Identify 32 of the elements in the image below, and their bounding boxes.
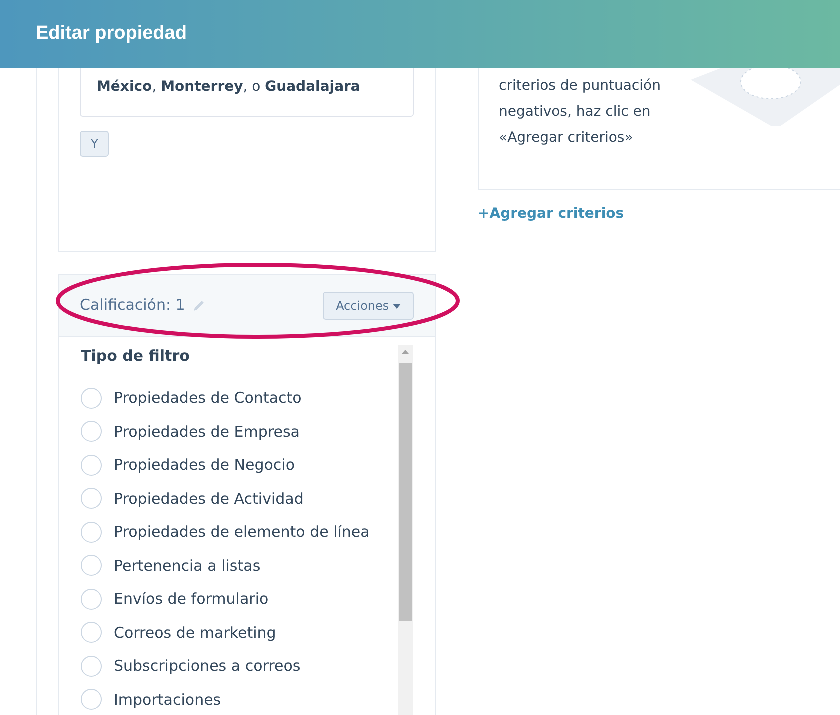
radio-label[interactable]: Propiedades de Actividad <box>114 488 304 510</box>
caret-icon <box>393 304 401 309</box>
scrollbar-thumb[interactable] <box>399 363 412 621</box>
score-title: Calificación: 1 <box>80 295 186 316</box>
radio-label[interactable]: Propiedades de Empresa <box>114 420 300 443</box>
pencil-icon[interactable] <box>192 298 206 312</box>
radio-button[interactable] <box>81 488 102 510</box>
radio-label[interactable]: Propiedades de Contacto <box>114 387 302 410</box>
radio-label[interactable]: Subscripciones a correos <box>114 655 301 678</box>
radio-button[interactable] <box>81 421 102 442</box>
radio-button[interactable] <box>81 656 102 677</box>
radio-button[interactable] <box>81 689 102 710</box>
radio-button[interactable] <box>81 388 102 409</box>
radio-button[interactable] <box>81 454 102 476</box>
radio-label[interactable]: Importaciones <box>114 688 222 711</box>
scrollbar[interactable] <box>398 345 413 715</box>
actions-button[interactable]: Acciones <box>323 292 414 320</box>
radio-button[interactable] <box>81 622 102 644</box>
radio-label[interactable]: Correos de marketing <box>114 622 276 644</box>
radio-label[interactable]: Pertenencia a listas <box>114 554 261 577</box>
empty-state-message: criterios de puntuación negativos, haz clic en «Agregar criterios» <box>499 77 662 148</box>
radio-button[interactable] <box>81 522 102 543</box>
radio-button[interactable] <box>81 555 102 576</box>
dialog-title: Editar propiedad <box>36 22 187 46</box>
radio-label[interactable]: Envíos de formulario <box>114 588 269 610</box>
filter-heading: Tipo de filtro <box>81 346 191 367</box>
and-button[interactable]: Y <box>80 130 110 157</box>
criteria-text: México, Monterrey, o Guadalajara <box>97 79 360 95</box>
radio-button[interactable] <box>81 588 102 610</box>
radio-label[interactable]: Propiedades de Negocio <box>114 454 296 476</box>
radio-label[interactable]: Propiedades de elemento de línea <box>114 521 370 544</box>
add-criteria-link[interactable]: +Agregar criterios <box>478 204 624 225</box>
